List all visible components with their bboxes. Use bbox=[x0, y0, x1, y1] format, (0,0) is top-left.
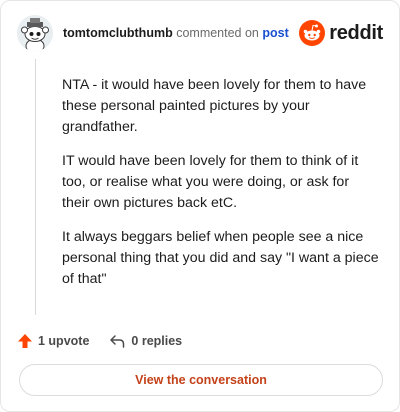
replies-count: 0 replies bbox=[131, 334, 183, 348]
view-conversation-button[interactable]: View the conversation bbox=[19, 364, 383, 396]
reply-arrow-icon bbox=[110, 335, 125, 348]
reddit-logo-icon bbox=[299, 20, 326, 46]
snoo-avatar-icon bbox=[17, 15, 53, 51]
comment-paragraph: It always beggars belief when people see… bbox=[62, 229, 379, 287]
embedded-comment-card: tomtomclubthumb commented on post reddit… bbox=[0, 0, 400, 412]
comment-actions: 1 upvote 0 replies bbox=[17, 331, 182, 351]
comment-paragraph: IT would have been lovely for them to th… bbox=[62, 153, 359, 211]
user-avatar[interactable] bbox=[17, 15, 53, 51]
reddit-brand[interactable]: reddit bbox=[299, 19, 383, 47]
upvote-count: 1 upvote bbox=[38, 334, 90, 348]
username-link[interactable]: tomtomclubthumb bbox=[63, 26, 173, 40]
commented-on-text: commented on bbox=[176, 26, 259, 40]
upvote-button[interactable]: 1 upvote bbox=[17, 333, 89, 349]
reddit-wordmark: reddit bbox=[329, 21, 383, 44]
upvote-arrow-icon bbox=[18, 334, 32, 348]
comment-meta: tomtomclubthumb commented on post bbox=[63, 26, 289, 40]
comment-paragraph: NTA - it would have been lovely for them… bbox=[62, 77, 367, 135]
comment-header: tomtomclubthumb commented on post reddit bbox=[17, 15, 385, 55]
post-link[interactable]: post bbox=[262, 26, 288, 40]
thread-line bbox=[35, 59, 36, 315]
replies-button[interactable]: 0 replies bbox=[109, 333, 182, 349]
comment-body: NTA - it would have been lovely for them… bbox=[62, 75, 380, 303]
